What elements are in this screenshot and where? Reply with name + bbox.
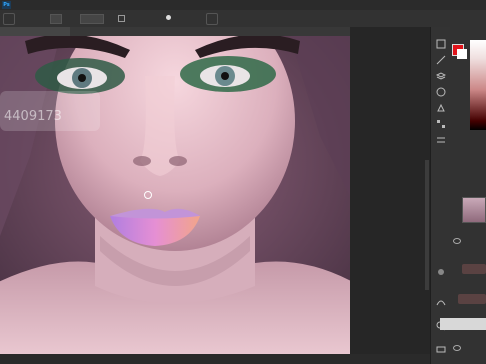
properties-icon[interactable] bbox=[436, 135, 446, 145]
portrait-image: 4409173 bbox=[0, 36, 350, 354]
color-picker-field[interactable] bbox=[470, 40, 486, 130]
option-radio[interactable] bbox=[166, 15, 171, 20]
swatches-icon[interactable] bbox=[436, 119, 446, 129]
history-icon[interactable] bbox=[436, 39, 446, 49]
clone-source-icon[interactable] bbox=[436, 103, 446, 113]
pasteboard-area bbox=[350, 27, 430, 354]
app-logo[interactable]: Ps bbox=[2, 1, 11, 9]
comment-icon[interactable] bbox=[436, 345, 446, 355]
paths-icon[interactable] bbox=[436, 297, 446, 307]
overlay-number: 4409173 bbox=[4, 109, 62, 124]
tooltip bbox=[440, 318, 486, 330]
layer-visibility-icon-2[interactable] bbox=[453, 345, 461, 351]
brush-settings-icon[interactable] bbox=[436, 55, 446, 65]
panel-icon-strip bbox=[430, 27, 451, 364]
status-bar bbox=[0, 354, 430, 364]
document-tabs bbox=[0, 27, 350, 36]
pressure-icon[interactable] bbox=[206, 13, 218, 25]
document-canvas[interactable]: 4409173 bbox=[0, 36, 350, 354]
sample-checkbox[interactable] bbox=[118, 15, 125, 22]
mode-select[interactable] bbox=[18, 14, 48, 22]
mode-dropdown[interactable] bbox=[50, 14, 62, 24]
panel-button-2[interactable] bbox=[458, 294, 486, 304]
panel-button-1[interactable] bbox=[462, 264, 486, 274]
menu-bar: Ps bbox=[0, 0, 486, 10]
brush-cursor bbox=[144, 191, 152, 199]
background-color-swatch[interactable] bbox=[457, 49, 467, 59]
layers-icon[interactable] bbox=[436, 71, 446, 81]
channels-icon[interactable] bbox=[436, 267, 446, 277]
layer-visibility-icon[interactable] bbox=[453, 238, 461, 244]
adjustments-icon[interactable] bbox=[436, 87, 446, 97]
options-bar bbox=[0, 10, 486, 28]
current-tool-icon[interactable] bbox=[3, 13, 15, 25]
opacity-field[interactable] bbox=[80, 14, 104, 24]
document-tab[interactable] bbox=[0, 27, 70, 36]
layer-thumbnail[interactable] bbox=[462, 197, 486, 223]
canvas-scrollbar[interactable] bbox=[425, 160, 429, 290]
